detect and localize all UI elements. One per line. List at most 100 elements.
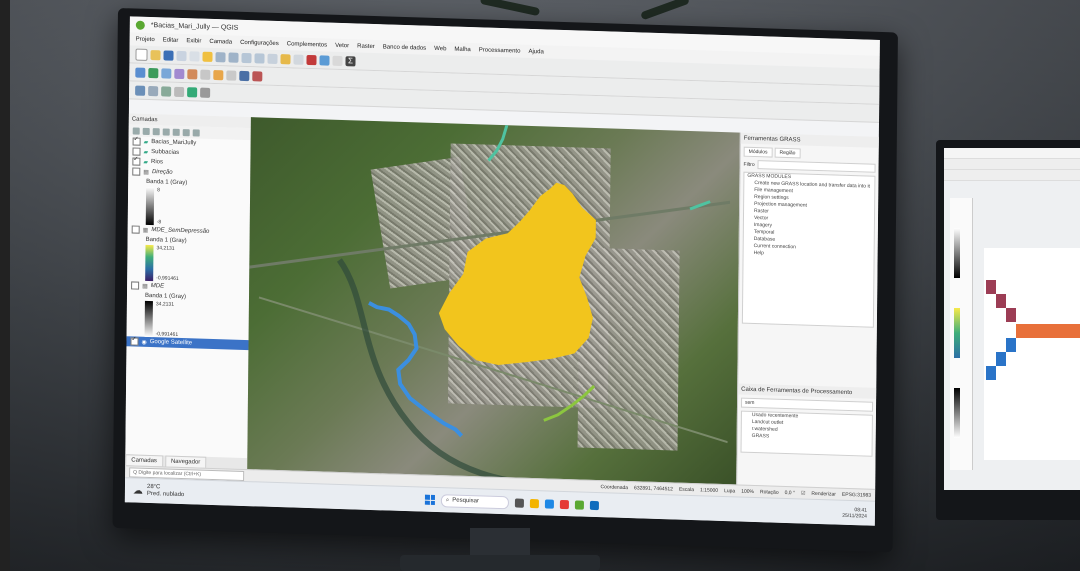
stream-line-teal[interactable]	[487, 124, 509, 162]
python-icon[interactable]	[200, 87, 211, 98]
grass-modules-tree: GRASS MODULES Create new GRASS location …	[741, 171, 876, 328]
add-wms-icon[interactable]	[174, 68, 185, 79]
layer-checkbox[interactable]	[132, 167, 141, 176]
grass-tools-panel: Ferramentas GRASS Módulos Região Filtro …	[736, 132, 879, 490]
expand-all-icon[interactable]	[172, 128, 180, 136]
taskbar-search[interactable]: ⌕ Pesquisar	[440, 493, 509, 509]
stream-line-green[interactable]	[543, 384, 596, 422]
menu-configuracoes[interactable]: Configurações	[240, 39, 279, 46]
taskbar-clock[interactable]: 08:41 25/11/2024	[842, 507, 867, 519]
ramp-max: 8	[157, 187, 160, 194]
attribute-table-icon[interactable]	[319, 54, 330, 66]
task-view-icon[interactable]	[514, 497, 524, 508]
field-calculator-icon[interactable]	[332, 55, 343, 66]
grass-icon[interactable]	[187, 86, 198, 97]
menu-processamento[interactable]: Processamento	[479, 47, 521, 54]
add-raster-icon[interactable]	[148, 67, 159, 78]
menu-projeto[interactable]: Projeto	[136, 36, 155, 43]
edge-icon[interactable]	[544, 498, 554, 509]
crs-value[interactable]: EPSG:31983	[842, 492, 871, 499]
file-explorer-icon[interactable]	[529, 498, 539, 508]
map-canvas[interactable]	[247, 117, 741, 486]
label-icon[interactable]	[239, 70, 250, 81]
scale-label: Escala	[678, 486, 695, 494]
remove-layer-icon[interactable]	[192, 128, 200, 137]
measure-icon[interactable]	[306, 54, 317, 65]
main-monitor: *Bacias_Mari_Jully — QGIS Projeto Editar…	[112, 8, 898, 553]
add-vector-icon[interactable]	[135, 67, 146, 78]
sum-icon[interactable]: Σ	[345, 55, 356, 66]
scale-value[interactable]: 1:15000	[700, 487, 718, 494]
tab-modulos[interactable]: Módulos	[743, 146, 773, 158]
history-icon[interactable]	[161, 85, 172, 97]
manage-map-themes-icon[interactable]	[152, 127, 160, 135]
new-project-icon[interactable]	[135, 48, 148, 61]
layer-label: MDE	[150, 283, 165, 290]
window-title: *Bacias_Mari_Jully — QGIS	[150, 21, 239, 32]
store-icon[interactable]	[589, 500, 599, 510]
print-layout-icon[interactable]	[176, 50, 187, 61]
vector-layer-icon: ▰	[143, 159, 149, 166]
qgis-taskbar-icon[interactable]	[574, 499, 584, 510]
menu-raster[interactable]: Raster	[357, 43, 375, 50]
grid-cell	[1006, 308, 1016, 322]
raster-layer-icon: ▦	[143, 169, 149, 176]
basin-polygon[interactable]	[438, 179, 596, 368]
windows-start-icon[interactable]	[424, 494, 435, 505]
menu-exibir[interactable]: Exibir	[186, 38, 201, 44]
gray-ramp	[144, 300, 153, 338]
filter-legend-icon[interactable]	[162, 127, 170, 136]
layer-checkbox[interactable]	[132, 147, 141, 156]
filter-input[interactable]	[757, 160, 876, 173]
menu-malha[interactable]: Malha	[454, 46, 470, 53]
layer-checkbox[interactable]	[130, 337, 139, 346]
chrome-icon[interactable]	[559, 499, 569, 509]
processing-icon[interactable]	[135, 85, 146, 96]
edit-toggle-icon[interactable]	[200, 69, 211, 80]
layer-checkbox[interactable]	[131, 225, 140, 234]
magnifier-value[interactable]: 100%	[741, 489, 754, 495]
open-style-icon[interactable]	[132, 126, 140, 135]
pan-icon[interactable]	[202, 51, 213, 62]
menu-complementos[interactable]: Complementos	[287, 41, 327, 48]
menu-banco-de-dados[interactable]: Banco de dados	[383, 44, 426, 51]
collapse-all-icon[interactable]	[182, 128, 190, 136]
digitize-icon[interactable]	[213, 69, 224, 80]
open-project-icon[interactable]	[150, 49, 161, 60]
layer-label: Subbacias	[151, 149, 180, 156]
results-icon[interactable]	[174, 86, 185, 97]
zoom-full-icon[interactable]	[241, 52, 252, 63]
add-delimited-icon[interactable]	[161, 67, 172, 79]
select-icon[interactable]	[293, 54, 304, 65]
vertex-tool-icon[interactable]	[226, 69, 237, 81]
model-builder-icon[interactable]	[148, 85, 159, 96]
menu-camada[interactable]: Camada	[209, 38, 232, 45]
refresh-icon[interactable]	[267, 53, 278, 64]
add-group-icon[interactable]	[142, 127, 150, 135]
layer-label: Google Satellite	[149, 339, 193, 347]
coordinate-label: Coordenada	[600, 484, 629, 492]
zoom-layer-icon[interactable]	[254, 52, 265, 64]
identify-icon[interactable]	[280, 53, 291, 64]
delete-icon[interactable]	[252, 70, 263, 82]
ramp-max: 34,2131	[155, 301, 175, 308]
layer-checkbox[interactable]	[132, 157, 141, 166]
layer-checkbox[interactable]	[131, 281, 140, 290]
layer-checkbox[interactable]	[132, 137, 141, 146]
render-checkbox[interactable]: ☑	[801, 490, 806, 496]
coordinate-value[interactable]: 632891, 7464512	[634, 485, 673, 492]
zoom-in-icon[interactable]	[215, 51, 226, 62]
rotation-value[interactable]: 0,0 °	[785, 490, 795, 496]
tab-regiao[interactable]: Região	[774, 147, 801, 159]
menu-editar[interactable]: Editar	[163, 37, 179, 43]
new-shapefile-icon[interactable]	[187, 68, 198, 79]
layout-manager-icon[interactable]	[189, 50, 200, 62]
menu-vetor[interactable]: Vetor	[335, 42, 349, 48]
menu-web[interactable]: Web	[434, 45, 446, 51]
save-project-icon[interactable]	[163, 49, 174, 61]
weather-widget[interactable]: 28°C Pred. nublado	[147, 484, 185, 499]
grid-cell	[986, 366, 996, 380]
processing-search[interactable]: sem	[740, 397, 874, 412]
zoom-out-icon[interactable]	[228, 51, 239, 63]
menu-ajuda[interactable]: Ajuda	[528, 48, 543, 54]
